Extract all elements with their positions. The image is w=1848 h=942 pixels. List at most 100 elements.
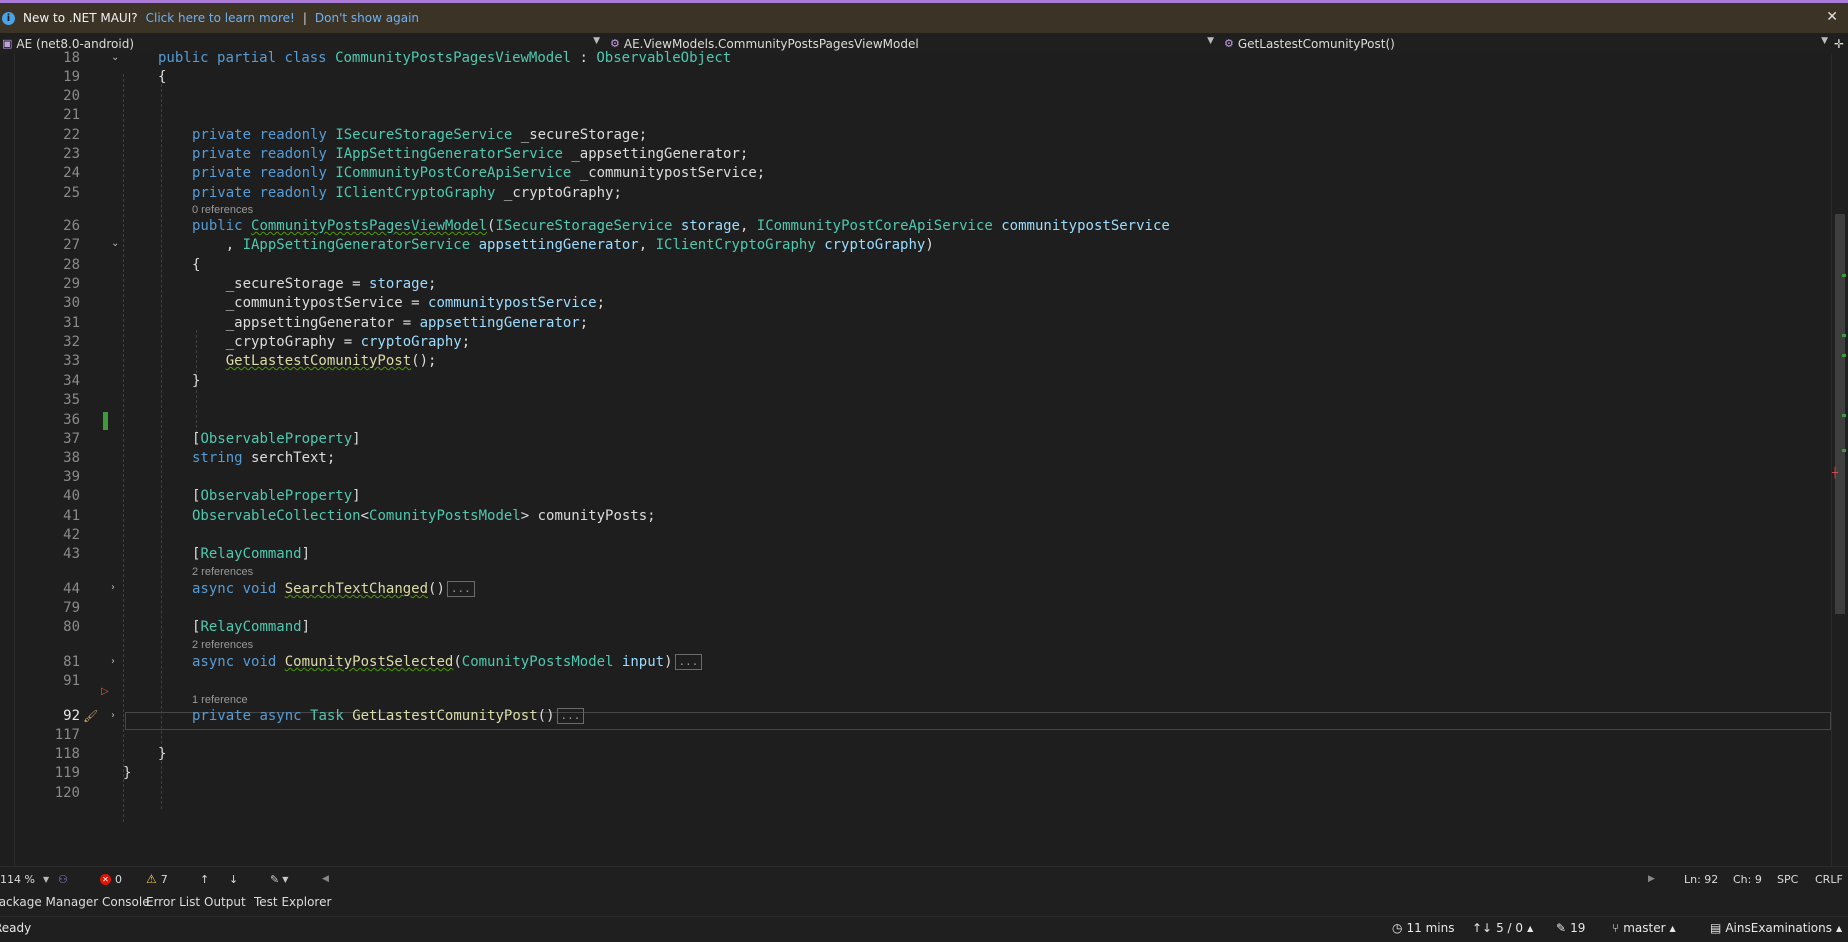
line-number: 20 [63, 88, 80, 104]
learn-more-link[interactable]: Click here to learn more! [146, 11, 295, 25]
time-indicator[interactable]: ◷ 11 mins [1392, 921, 1454, 935]
code-line: [ObservableProperty] [192, 431, 361, 447]
code-line: private readonly IAppSettingGeneratorSer… [192, 146, 749, 162]
line-number: 39 [63, 469, 80, 485]
line-number: 29 [63, 276, 80, 292]
change-mark [1842, 449, 1846, 452]
line-number-indicator[interactable]: Ln: 92 [1684, 867, 1718, 891]
errors-indicator[interactable]: ✕ 0 [100, 867, 122, 891]
branch-icon: ⑂ [1612, 921, 1620, 935]
column-indicator[interactable]: Ch: 9 [1733, 867, 1762, 891]
warning-icon: ⚠ [146, 872, 157, 886]
line-number: 80 [63, 619, 80, 635]
quick-actions-icon[interactable]: 🖌 [83, 709, 98, 723]
branch-label: master [1623, 921, 1666, 935]
code-line: private readonly ICommunityPostCoreApiSe… [192, 165, 766, 181]
tab-test-explorer[interactable]: Test Explorer [254, 895, 331, 909]
dont-show-again-link[interactable]: Don't show again [315, 11, 419, 25]
zoom-dropdown[interactable]: 114 % ▼ [0, 867, 49, 891]
whitespace-indicator[interactable]: SPC [1777, 867, 1798, 891]
scroll-right-button[interactable]: ▶ [1648, 867, 1655, 891]
code-line: { [192, 257, 201, 273]
code-editor[interactable]: 18 19 20 21 22 23 24 25 26 27 28 29 30 31 32 33 34 35 36 37… [0, 50, 1848, 866]
clock-icon: ◷ [1392, 921, 1403, 935]
git-repo-indicator[interactable]: ▤ AinsExaminations ▲ [1710, 921, 1842, 935]
warning-count: 7 [160, 872, 168, 886]
collapsed-block[interactable]: ... [556, 708, 585, 724]
next-issue-button[interactable]: ↓ [229, 867, 238, 891]
codelens-references[interactable]: 2 references [192, 566, 253, 578]
git-changes-indicator[interactable]: ✎ 19 [1556, 921, 1585, 935]
caret-position-mark: ┼ [1832, 468, 1839, 479]
previous-issue-button[interactable]: ↑ [200, 867, 209, 891]
project-label: AE (net8.0-android) [16, 36, 135, 51]
close-icon[interactable]: ✕ [1826, 9, 1838, 25]
class-icon: ⚙ [610, 37, 620, 50]
code-line: private readonly IClientCryptoGraphy _cr… [192, 185, 622, 201]
chevron-up-icon: ▲ [1527, 923, 1534, 933]
info-icon: i [2, 11, 15, 25]
tab-error-list[interactable]: Error List [146, 895, 200, 909]
chevron-down-icon: ▼ [1207, 36, 1214, 46]
expand-icon[interactable]: › [111, 582, 115, 593]
code-line: async void ComunityPostSelected(Comunity… [192, 654, 703, 670]
code-line: _communitypostService = communitypostSer… [192, 295, 606, 311]
info-message: New to .NET MAUI? [23, 11, 138, 25]
chevron-down-icon: ▼ [42, 874, 50, 884]
code-line: , IAppSettingGeneratorService appsetting… [192, 237, 934, 253]
copilot-icon[interactable]: ⚇ [58, 867, 68, 891]
line-ending-indicator[interactable]: CRLF [1815, 867, 1843, 891]
codelens-references[interactable]: 1 reference [192, 694, 248, 706]
repository-icon: ▤ [1710, 921, 1722, 935]
expand-icon[interactable]: › [111, 656, 115, 667]
line-number: 19 [63, 69, 80, 85]
line-number: 32 [63, 334, 80, 350]
collapsed-block[interactable]: ... [674, 654, 703, 670]
code-line: [RelayCommand] [192, 546, 311, 562]
tab-output[interactable]: Output [204, 895, 246, 909]
code-line: string serchText; [192, 450, 336, 466]
change-mark [1842, 274, 1846, 277]
member-dropdown[interactable]: ⚙ GetLastestComunityPost() ▼ [1224, 33, 1832, 54]
codelens-references[interactable]: 0 references [192, 204, 253, 216]
scroll-left-button[interactable]: ◀ [322, 867, 329, 891]
line-number: 118 [54, 746, 80, 762]
indent-guide [123, 74, 124, 822]
git-branch-indicator[interactable]: ⑂ master ▲ [1612, 921, 1676, 935]
split-window-button[interactable]: ✛ [1834, 33, 1848, 54]
code-line: [ObservableProperty] [192, 488, 361, 504]
plus-icon: ✛ [1834, 36, 1845, 51]
git-commits-indicator[interactable]: ↑↓ 5 / 0 ▲ [1472, 921, 1533, 935]
code-line: [RelayCommand] [192, 619, 311, 635]
line-number: 31 [63, 315, 80, 331]
tool-window-tabs: Package Manager Console Error List Outpu… [0, 890, 1848, 916]
line-number: 38 [63, 450, 80, 466]
method-icon: ⚙ [1224, 37, 1234, 50]
vertical-scrollbar[interactable]: ┼ [1831, 54, 1848, 866]
code-cleanup-button[interactable]: ✎ ▼ [270, 867, 288, 891]
line-number: 33 [63, 353, 80, 369]
repo-label: AinsExaminations [1725, 921, 1833, 935]
codelens-references[interactable]: 2 references [192, 639, 253, 651]
collapsed-block[interactable]: ... [446, 581, 475, 597]
line-number: 22 [63, 127, 80, 143]
line-number: 81 [63, 654, 80, 670]
arrow-down-icon: ↓ [229, 872, 239, 886]
code-line: async void SearchTextChanged()... [192, 581, 475, 597]
line-number: 44 [63, 581, 80, 597]
sync-arrows-icon: ↑↓ [1472, 921, 1493, 935]
collapse-icon[interactable]: ⌄ [111, 238, 119, 249]
collapse-icon[interactable]: ⌄ [111, 52, 119, 63]
tab-package-manager-console[interactable]: Package Manager Console [0, 895, 150, 909]
code-line: ObservableCollection<ComunityPostsModel>… [192, 508, 656, 524]
breakpoint-icon[interactable]: ▷ [101, 686, 109, 697]
info-separator: | [302, 11, 307, 25]
chevron-up-icon: ▲ [1669, 923, 1676, 933]
warnings-indicator[interactable]: ⚠ 7 [146, 867, 168, 891]
error-count: 0 [115, 872, 122, 886]
line-number: 43 [63, 546, 80, 562]
line-number: 26 [63, 218, 80, 234]
expand-icon[interactable]: › [111, 710, 115, 721]
code-line: GetLastestComunityPost(); [225, 353, 437, 369]
chevron-down-icon: ▼ [1821, 36, 1828, 46]
